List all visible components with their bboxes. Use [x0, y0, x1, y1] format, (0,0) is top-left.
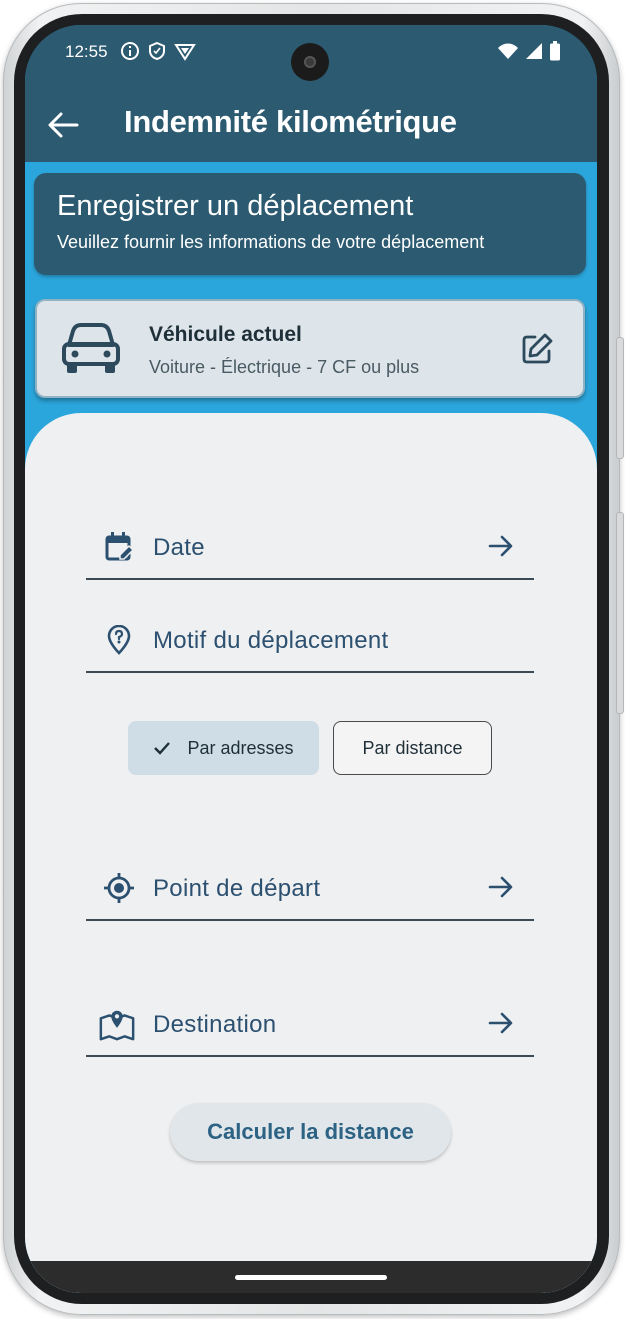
segment-par-adresses[interactable]: Par adresses [128, 721, 319, 775]
vehicle-card[interactable]: Véhicule actuel Voiture - Électrique - 7… [35, 299, 585, 398]
power-button [617, 338, 623, 458]
info-card: Enregistrer un déplacement Veuillez four… [34, 173, 586, 275]
status-icons-left [120, 41, 196, 61]
back-button[interactable] [43, 105, 83, 145]
info-card-subtitle: Veuillez fournir les informations de vot… [57, 232, 485, 252]
app-bar: 12:55 Indemnité kilométrique [25, 25, 597, 162]
vpn-icon [174, 44, 196, 61]
arrow-left-icon [48, 112, 79, 138]
edit-icon[interactable] [519, 331, 555, 367]
vehicle-label: Véhicule actuel [149, 323, 302, 346]
arrow-right-icon [488, 876, 513, 898]
status-time: 12:55 [65, 42, 108, 61]
motif-label: Motif du déplacement [153, 627, 389, 654]
home-indicator[interactable] [235, 1275, 387, 1280]
check-icon [154, 742, 171, 755]
motif-field[interactable]: Motif du déplacement [86, 615, 534, 673]
calculate-distance-button[interactable]: Calculer la distance [170, 1103, 451, 1161]
car-icon [62, 323, 120, 373]
volume-button [617, 513, 623, 713]
destination-field[interactable]: Destination [86, 999, 534, 1057]
location-help-icon [107, 625, 131, 655]
segment-par-adresses-label: Par adresses [187, 737, 294, 758]
date-field[interactable]: Date [86, 522, 534, 580]
signal-icon [526, 43, 542, 59]
vehicle-value: Voiture - Électrique - 7 CF ou plus [149, 357, 420, 377]
depart-field[interactable]: Point de départ [86, 863, 534, 921]
screen: 12:55 Indemnité kilométrique Enregistrer… [25, 25, 597, 1293]
calendar-edit-icon [105, 532, 134, 561]
page-title: Indemnité kilométrique [124, 104, 457, 139]
arrow-right-icon [488, 535, 513, 557]
segment-par-distance[interactable]: Par distance [333, 721, 492, 775]
front-camera [291, 43, 329, 81]
depart-label: Point de départ [153, 875, 321, 902]
status-icons-right [497, 41, 561, 61]
crosshair-icon [104, 873, 134, 903]
wifi-icon [498, 43, 518, 59]
gesture-bar [25, 1261, 597, 1293]
shield-icon [149, 41, 165, 61]
map-pin-icon [99, 1010, 135, 1041]
arrow-right-icon [488, 1012, 513, 1034]
info-icon [121, 42, 139, 60]
date-label: Date [153, 534, 205, 561]
battery-icon [550, 41, 560, 61]
destination-label: Destination [153, 1011, 277, 1038]
segment-par-distance-label: Par distance [362, 737, 463, 758]
info-card-title: Enregistrer un déplacement [57, 190, 414, 222]
